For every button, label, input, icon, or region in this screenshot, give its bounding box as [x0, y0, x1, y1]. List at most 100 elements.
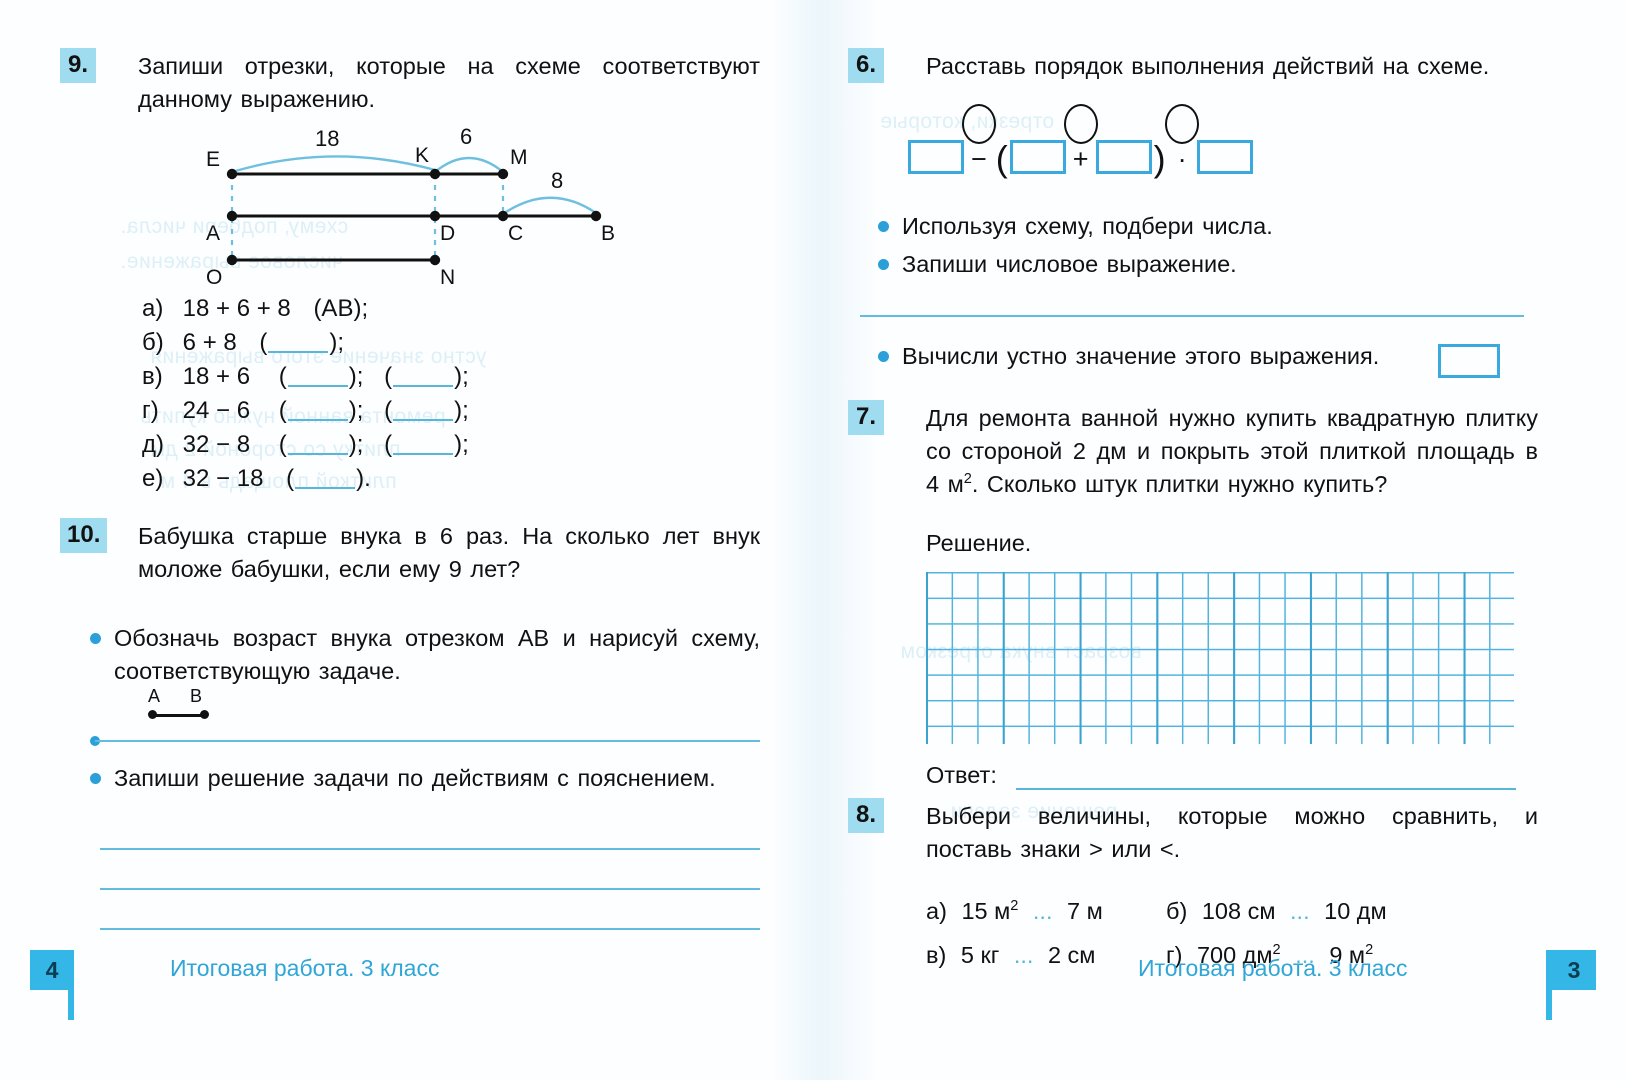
task-9-answer-list: а) 18 + 6 + 8 (AB); б) 6 + 8 (); в) 18 +…: [142, 292, 469, 496]
left-edge-tab: [68, 950, 74, 1020]
answer-blank[interactable]: [268, 351, 329, 353]
point-label-A: A: [206, 222, 221, 245]
compare-left-sup-a: 2: [1010, 898, 1019, 915]
compare-row-a: а) 15 м2 ... 7 м: [926, 898, 1103, 925]
answer-blank[interactable]: [295, 487, 356, 489]
compare-right-v: 2 см: [1047, 942, 1096, 968]
point-label-E: E: [206, 148, 221, 171]
task-10-bullet-1-text: Обозначь возраст внука отрезком AB и нар…: [114, 625, 760, 684]
answer-blank-group-g1[interactable]: ();: [279, 397, 364, 424]
compare-right-a: 7 м: [1067, 898, 1103, 924]
answer-blank-group-g2[interactable]: ();: [384, 397, 469, 424]
answer-given-ab: (AB);: [313, 295, 369, 322]
task-6-bullet-1: Используя схему, подбери числа.: [878, 210, 1518, 243]
answer-blank[interactable]: [393, 385, 454, 387]
bullet-icon: [878, 221, 889, 232]
order-circle-3[interactable]: [1165, 104, 1200, 144]
compare-label-b: б): [1166, 898, 1188, 924]
task-8-number: 8.: [848, 798, 884, 833]
answer-blank[interactable]: [393, 419, 454, 421]
answer-blank-group-d1[interactable]: ();: [279, 431, 364, 458]
answer-tail-e: .: [364, 465, 371, 492]
order-circle-2[interactable]: [1063, 104, 1098, 144]
answer-blank-group-e[interactable]: ().: [286, 465, 371, 492]
arc-value-6: 6: [460, 124, 473, 149]
answer-tail-g1: ;: [356, 397, 364, 424]
answer-label-v: в): [142, 363, 163, 390]
writing-line[interactable]: [100, 888, 760, 890]
expr-box-3[interactable]: [1095, 140, 1152, 174]
answer-row-e: е) 32 − 18 ().: [142, 462, 469, 496]
task-6-writing-line[interactable]: [860, 315, 1524, 317]
segment-ab-line: [152, 714, 204, 717]
task-6-answer-box[interactable]: [1438, 344, 1500, 378]
answer-tail-g2: ;: [462, 397, 469, 424]
task-8-prompt: Выбери величины, которые можно сравнить,…: [926, 803, 1538, 862]
answer-blank-group-v2[interactable]: ();: [384, 363, 469, 390]
answer-expr-v: 18 + 6: [182, 363, 251, 390]
compare-left-b: 108 см: [1201, 898, 1276, 924]
task-6-prompt: Расставь порядок выполнения действий на …: [926, 53, 1490, 79]
task-7-prompt-part2: . Сколько штук плитки нужно купить?: [971, 471, 1388, 497]
writing-line[interactable]: [100, 928, 760, 930]
expr-box-4[interactable]: [1196, 140, 1253, 174]
compare-row-v: в) 5 кг ... 2 см: [926, 942, 1095, 969]
answer-row-d: д) 32 − 8 (); ();: [142, 428, 469, 462]
answer-blank[interactable]: [393, 453, 454, 455]
operator-minus-glyph: −: [971, 144, 987, 174]
task-6-bullet-2-text: Запиши числовое выражение.: [902, 251, 1237, 277]
answer-label-d: д): [142, 431, 164, 458]
writing-line[interactable]: [100, 848, 760, 850]
point-label-M: M: [510, 146, 528, 169]
task-10-prompt: Бабушка старше внука в 6 раз. На сколько…: [138, 523, 760, 582]
compare-dots-b[interactable]: ...: [1290, 898, 1310, 924]
operator-plus-glyph: +: [1072, 144, 1089, 174]
compare-left-a: 15 м: [961, 898, 1011, 924]
task-7-answer-line[interactable]: [1016, 788, 1516, 790]
bullet-icon: [90, 773, 101, 784]
answer-tail-d1: ;: [356, 431, 364, 458]
draw-area-line[interactable]: [95, 740, 760, 742]
segment-diagram-svg: [226, 155, 602, 266]
answer-blank-group-d2[interactable]: ();: [384, 431, 469, 458]
right-page: 6. Расставь порядок выполнения действий …: [848, 0, 1548, 1080]
order-circle-1[interactable]: [961, 104, 996, 144]
operator-multiply-glyph: ·: [1177, 144, 1187, 174]
answer-row-b: б) 6 + 8 ();: [142, 326, 469, 360]
task-7-solution-label: Решение.: [926, 530, 1032, 556]
task-7-prompt: Для ремонта ванной нужно купить квадратн…: [926, 402, 1538, 501]
left-footer-caption: Итоговая работа. 3 класс: [170, 955, 440, 981]
answer-blank[interactable]: [287, 453, 348, 455]
segment-ab-dot-a: [148, 710, 157, 719]
compare-dots-a[interactable]: ...: [1033, 898, 1053, 924]
answer-blank-group-v1[interactable]: ();: [279, 363, 364, 390]
left-page: 9. Запиши отрезки, которые на схеме соот…: [60, 0, 760, 1080]
bullet-icon: [878, 351, 889, 362]
answer-blank[interactable]: [287, 419, 348, 421]
answer-row-a: а) 18 + 6 + 8 (AB);: [142, 292, 469, 326]
point-label-D: D: [440, 222, 456, 245]
task-6-bullet-1-text: Используя схему, подбери числа.: [902, 213, 1273, 239]
task-10-bullet-2-text: Запиши решение задачи по действиям с поя…: [114, 765, 716, 791]
right-page-number: 3: [1552, 950, 1596, 990]
answer-expr-b: 6 + 8: [182, 329, 237, 356]
point-label-B: B: [601, 222, 616, 245]
workbook-spread: схему, подбери числа. числовое выражение…: [0, 0, 1626, 1080]
point-label-O: O: [206, 266, 223, 289]
answer-expr-g: 24 − 6: [182, 397, 251, 424]
task-9-prompt: Запиши отрезки, которые на схеме соответ…: [138, 53, 760, 112]
compare-row-b: б) 108 см ... 10 дм: [1166, 898, 1387, 925]
compare-dots-v[interactable]: ...: [1014, 942, 1034, 968]
task-6-expression: − ( + ) ·: [908, 104, 1253, 179]
answer-expr-a: 18 + 6 + 8: [182, 295, 291, 322]
answer-expr-e: 32 − 18: [182, 465, 264, 492]
segment-label-b: B: [190, 686, 203, 706]
answer-label-e: е): [142, 465, 164, 492]
point-label-C: C: [508, 222, 524, 245]
answer-blank[interactable]: [287, 385, 348, 387]
answer-blank-group-b[interactable]: ();: [259, 329, 344, 356]
expr-box-1[interactable]: [908, 140, 964, 174]
open-paren: (: [995, 138, 1008, 179]
task-9-number: 9.: [60, 48, 96, 83]
expr-box-2[interactable]: [1009, 140, 1066, 174]
